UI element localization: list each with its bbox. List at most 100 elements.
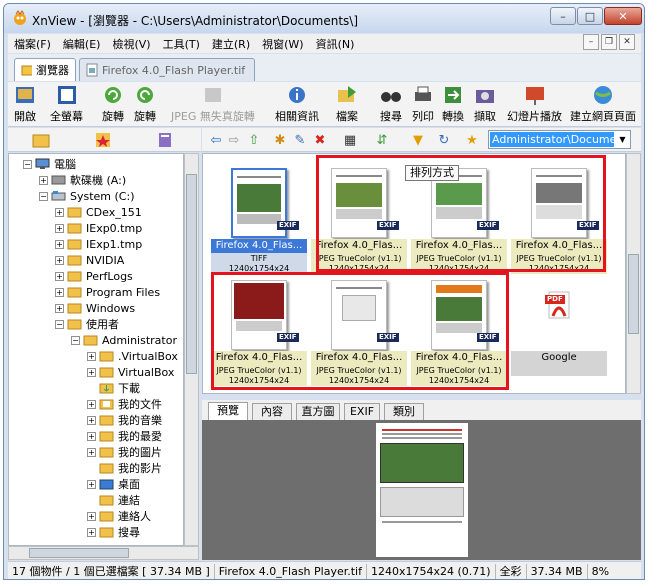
view-mode-icon[interactable]: ▦ [342,132,358,148]
expand-icon[interactable]: + [55,255,64,265]
favorites-icon[interactable] [94,131,112,149]
mdi-close-button[interactable]: ✕ [619,34,635,50]
expand-icon[interactable]: + [55,223,64,233]
expand-icon[interactable]: + [87,447,96,457]
title-bar[interactable]: XnView - [瀏覽器 - C:\Users\Administrator\D… [4,4,644,33]
delete-icon[interactable]: ✖ [312,132,328,148]
new-folder-icon[interactable]: ✱ [272,132,288,148]
expand-icon[interactable]: + [39,175,48,185]
tree-horizontal-scrollbar[interactable] [8,546,199,560]
rotate-right-button[interactable]: 旋轉 [134,84,156,124]
tree-item[interactable]: + 軟碟機 (A:) [39,172,126,188]
maximize-button[interactable]: □ [577,7,603,25]
expand-icon[interactable]: + [55,303,64,313]
tree-item[interactable]: + 我的音樂 [87,412,162,428]
properties-button[interactable]: 相關資訊 [275,84,319,124]
up-folder-icon[interactable]: ⇧ [246,132,262,148]
slideshow-button[interactable]: 幻燈片播放 [507,84,562,124]
tab-categories[interactable]: 類別 [384,403,424,420]
close-button[interactable]: ✕ [604,7,642,25]
expand-icon[interactable]: + [87,367,96,377]
expand-icon[interactable]: + [87,511,96,521]
mdi-restore-button[interactable]: ❐ [601,34,617,50]
rotate-left-button[interactable]: 旋轉 [102,84,124,124]
expand-icon[interactable]: + [55,207,64,217]
tree-item[interactable]: + IExp0.tmp [55,220,142,236]
expand-icon[interactable]: + [87,527,96,537]
print-button[interactable]: 列印 [412,84,434,124]
minimize-button[interactable]: – [550,7,576,25]
tree-item[interactable]: + CDex_151 [55,204,142,220]
file-menu-button[interactable]: 檔案 [336,84,358,124]
collapse-icon[interactable]: − [71,335,80,345]
tab-browser[interactable]: 瀏覽器 [14,58,76,81]
expand-icon[interactable]: + [55,287,64,297]
filter-icon[interactable]: ▼ [410,132,426,148]
thumbnail-item[interactable]: PDF Google [511,274,607,384]
tab-histogram[interactable]: 直方圖 [296,403,340,420]
refresh-icon[interactable]: ↻ [436,132,452,148]
tab-file[interactable]: Firefox 4.0_Flash Player.tif [79,58,255,81]
collapse-icon[interactable]: − [55,319,64,329]
tree-item[interactable]: 下載 [99,380,140,396]
expand-icon[interactable]: + [55,271,64,281]
tree-item[interactable]: + NVIDIA [55,252,124,268]
open-button[interactable]: 開啟 [14,84,36,124]
fullscreen-button[interactable]: 全螢幕 [50,84,83,124]
address-combo[interactable]: Administrator\Documents\ ▼ [488,130,631,149]
menu-tools[interactable]: 工具(T) [157,36,206,52]
create-web-page-button[interactable]: 建立網頁頁面 [570,84,636,124]
scroll-thumb[interactable] [186,174,197,374]
thumbnail-vertical-scrollbar[interactable] [626,153,641,394]
menu-view[interactable]: 檢視(V) [106,36,156,52]
capture-button[interactable]: 擷取 [474,84,496,124]
scroll-thumb[interactable] [29,548,129,558]
tree-item[interactable]: + 我的文件 [87,396,162,412]
tree-item[interactable]: + 搜尋 [87,524,140,540]
tree-item[interactable]: − 使用者 [55,316,119,332]
tree-item[interactable]: + PerfLogs [55,268,133,284]
tab-properties[interactable]: 內容 [252,403,292,420]
tree-item[interactable]: + Windows [55,300,135,316]
thumbnail-item[interactable]: EXIF Firefox 4.0_Flas... TIFF 1240x1754x… [211,162,307,274]
tree-item[interactable]: + 連絡人 [87,508,151,524]
rename-icon[interactable]: ✎ [292,132,308,148]
scroll-thumb[interactable] [628,254,639,334]
address-input[interactable]: Administrator\Documents\ [490,132,614,147]
chevron-down-icon[interactable]: ▼ [615,131,630,148]
tree-item[interactable]: − System (C:) [39,188,135,204]
mdi-minimize-button[interactable]: – [583,34,599,50]
tree-item[interactable]: + 我的圖片 [87,444,162,460]
expand-icon[interactable]: + [87,479,96,489]
expand-icon[interactable]: + [87,431,96,441]
folders-icon[interactable] [32,131,50,149]
tree-vertical-scrollbar[interactable] [184,153,199,546]
expand-icon[interactable]: + [87,351,96,361]
tree-item[interactable]: + Program Files [55,284,160,300]
favorites-star-icon[interactable]: ★ [464,132,480,148]
back-arrow-icon[interactable]: ⇦ [208,132,224,148]
search-button[interactable]: 搜尋 [380,84,402,124]
tree-item[interactable]: 連結 [99,492,140,508]
tree-item[interactable]: + VirtualBox [87,364,174,380]
expand-icon[interactable]: + [55,239,64,249]
collapse-icon[interactable]: − [39,191,48,201]
menu-window[interactable]: 視窗(W) [256,36,309,52]
tab-exif[interactable]: EXIF [344,403,380,420]
tree-item[interactable]: + 桌面 [87,476,140,492]
tree-item[interactable]: − Administrator [71,332,177,348]
collapse-icon[interactable]: − [23,159,32,169]
categories-icon[interactable] [156,131,174,149]
menu-edit[interactable]: 編輯(E) [57,36,107,52]
tree-item[interactable]: − 電腦 [23,156,76,172]
tree-item[interactable]: + .VirtualBox [87,348,178,364]
tree-item[interactable]: 我的影片 [99,460,162,476]
tree-item[interactable]: + 我的最愛 [87,428,162,444]
menu-create[interactable]: 建立(R) [206,36,256,52]
forward-arrow-icon[interactable]: ⇨ [226,132,242,148]
tree-item[interactable]: + IExp1.tmp [55,236,142,252]
sort-icon[interactable]: ⇵ [374,132,390,148]
expand-icon[interactable]: + [87,399,96,409]
menu-info[interactable]: 資訊(N) [310,36,361,52]
convert-button[interactable]: 轉換 [442,84,464,124]
